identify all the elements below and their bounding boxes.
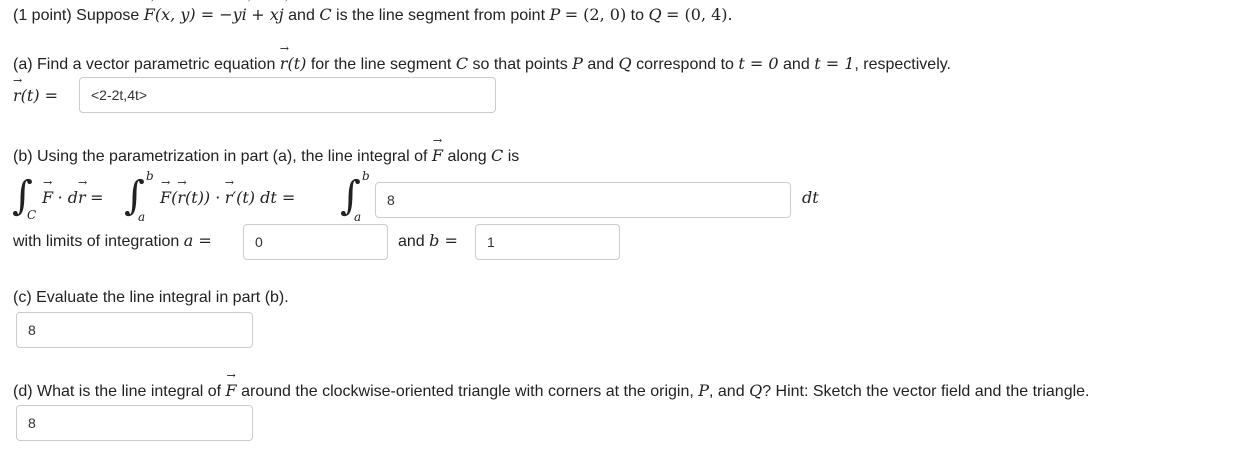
limits-label: with limits of integration a =: [13, 231, 212, 250]
vector-F: F: [144, 0, 155, 25]
upper-limit-label: and b =: [398, 231, 458, 250]
points-label: (1 point): [13, 7, 72, 24]
part-c-prompt: (c) Evaluate the line integral in part (…: [13, 289, 289, 306]
dt-label: dt: [802, 188, 819, 207]
part-a-prompt: (a) Find a vector parametric equation r(…: [13, 43, 951, 75]
part-d-prompt: (d) What is the line integral of F aroun…: [13, 370, 1089, 402]
upper-limit-input[interactable]: [475, 224, 620, 260]
upper-limit-b: b: [362, 169, 370, 183]
lower-limit-input[interactable]: [243, 224, 388, 260]
part-a-answer-label: r(t) =: [13, 75, 58, 107]
part-b-prompt: (b) Using the parametrization in part (a…: [13, 135, 519, 167]
upper-limit-b: b: [146, 169, 154, 183]
lower-limit-a: a: [354, 210, 362, 224]
integral-subscript-c: C: [27, 208, 37, 222]
part-a-answer-input[interactable]: [79, 77, 496, 113]
part-d-answer-input[interactable]: [16, 405, 253, 441]
part-c-answer-input[interactable]: [16, 312, 253, 348]
integrand-input[interactable]: [375, 182, 791, 218]
problem-statement: (1 point) Suppose F(x, y) = −yi + xj and…: [13, 0, 733, 26]
lower-limit-a: a: [138, 210, 146, 224]
